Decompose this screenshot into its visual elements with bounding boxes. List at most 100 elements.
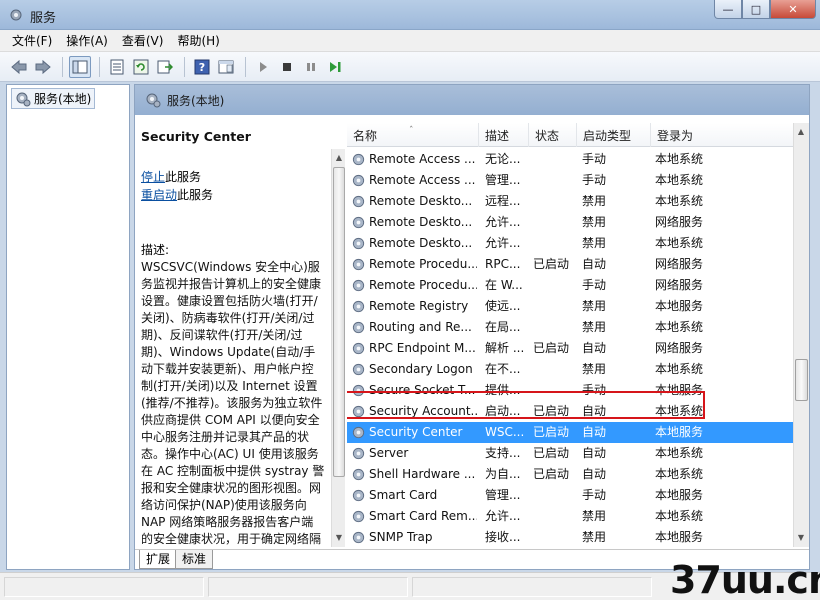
menu-help[interactable]: 帮助(H) bbox=[177, 32, 219, 49]
toolbar-separator bbox=[99, 56, 100, 77]
maximize-button[interactable]: □ bbox=[742, 0, 770, 19]
service-gear-icon bbox=[352, 426, 365, 439]
cell-name: Routing and Re... bbox=[369, 320, 472, 334]
minimize-button[interactable]: — bbox=[714, 0, 742, 19]
table-row[interactable]: SNMP Trap 接收... 禁用 本地服务 bbox=[347, 527, 795, 547]
cell-status bbox=[533, 212, 577, 233]
service-gear-icon bbox=[352, 279, 365, 292]
tab-extended[interactable]: 扩展 bbox=[139, 550, 178, 569]
cell-name: SNMP Trap bbox=[369, 530, 433, 544]
service-gear-icon bbox=[352, 405, 365, 418]
column-header-description[interactable]: 描述 bbox=[479, 123, 529, 147]
scroll-up-icon[interactable]: ▲ bbox=[795, 125, 807, 139]
cell-startup-type: 手动 bbox=[582, 173, 607, 187]
cell-startup-type: 手动 bbox=[582, 152, 607, 166]
back-button[interactable] bbox=[8, 56, 30, 78]
cell-logon-as: 本地系统 bbox=[655, 362, 704, 376]
stop-service-button[interactable] bbox=[276, 56, 298, 78]
properties-button[interactable] bbox=[106, 56, 128, 78]
table-row[interactable]: Remote Registry 使远... 禁用 本地服务 bbox=[347, 296, 795, 317]
restart-icon bbox=[330, 61, 341, 72]
menu-action[interactable]: 操作(A) bbox=[66, 32, 108, 49]
table-row[interactable]: Smart Card 管理... 手动 本地服务 bbox=[347, 485, 795, 506]
cell-status bbox=[533, 275, 577, 296]
scroll-down-icon[interactable]: ▼ bbox=[795, 531, 807, 545]
description-scrollbar[interactable]: ▲ ▼ bbox=[331, 149, 345, 547]
table-row[interactable]: Routing and Re... 在局... 禁用 本地系统 bbox=[347, 317, 795, 338]
cell-logon-as: 网络服务 bbox=[655, 257, 704, 271]
menu-file[interactable]: 文件(F) bbox=[12, 32, 52, 49]
cell-logon-as: 本地服务 bbox=[655, 299, 704, 313]
cell-name: Remote Access ... bbox=[369, 173, 476, 187]
table-scrollbar[interactable]: ▲ ▼ bbox=[793, 123, 809, 547]
refresh-button[interactable] bbox=[130, 56, 152, 78]
cell-logon-as: 网络服务 bbox=[655, 215, 704, 229]
start-service-button[interactable] bbox=[252, 56, 274, 78]
cell-startup-type: 自动 bbox=[582, 341, 607, 355]
toolbar-separator bbox=[184, 56, 185, 77]
cell-status bbox=[533, 527, 577, 547]
forward-button[interactable] bbox=[32, 56, 54, 78]
cell-name: Server bbox=[369, 446, 409, 460]
services-gear-icon bbox=[16, 92, 31, 106]
cell-status bbox=[533, 191, 577, 212]
table-row[interactable]: Shell Hardware ... 为自... 已启动 自动 本地系统 bbox=[347, 464, 795, 485]
cell-status bbox=[533, 380, 577, 401]
table-row[interactable]: Secondary Logon 在不... 禁用 本地系统 bbox=[347, 359, 795, 380]
help-button[interactable]: ? bbox=[191, 56, 213, 78]
service-gear-icon bbox=[352, 342, 365, 355]
table-row[interactable]: Secure Socket T... 提供... 手动 本地服务 bbox=[347, 380, 795, 401]
column-header-status[interactable]: 状态 bbox=[529, 123, 577, 147]
table-row[interactable]: Smart Card Rem... 允许... 禁用 本地系统 bbox=[347, 506, 795, 527]
restart-service-link[interactable]: 重启动 bbox=[141, 188, 177, 202]
svg-text:?: ? bbox=[199, 61, 205, 74]
service-gear-icon bbox=[352, 489, 365, 502]
status-segment bbox=[412, 577, 652, 597]
table-row[interactable]: Remote Access ... 管理... 手动 本地系统 bbox=[347, 170, 795, 191]
scroll-down-icon[interactable]: ▼ bbox=[333, 531, 345, 545]
column-header-name[interactable]: 名称 ˆ bbox=[347, 123, 479, 147]
menu-view[interactable]: 查看(V) bbox=[122, 32, 164, 49]
column-header-startup-type[interactable]: 启动类型 bbox=[577, 123, 651, 147]
restart-service-button[interactable] bbox=[324, 56, 346, 78]
table-row[interactable]: RPC Endpoint M... 解析 ... 已启动 自动 网络服务 bbox=[347, 338, 795, 359]
cell-logon-as: 本地系统 bbox=[655, 194, 704, 208]
export-list-button[interactable] bbox=[154, 56, 176, 78]
table-row[interactable]: Remote Deskto... 允许... 禁用 网络服务 bbox=[347, 212, 795, 233]
table-row[interactable]: Server 支持... 已启动 自动 本地系统 bbox=[347, 443, 795, 464]
table-row[interactable]: Security Account... 启动... 已启动 自动 本地系统 bbox=[347, 401, 795, 422]
cell-status: 已启动 bbox=[533, 257, 570, 271]
export-icon bbox=[157, 60, 173, 73]
column-header-logon-as[interactable]: 登录为 bbox=[651, 123, 795, 147]
table-scroll-thumb[interactable] bbox=[795, 359, 808, 401]
tab-standard[interactable]: 标准 bbox=[175, 550, 214, 569]
tree-node-services-local[interactable]: 服务(本地) bbox=[11, 88, 96, 109]
table-row[interactable]: Remote Procedu... RPC... 已启动 自动 网络服务 bbox=[347, 254, 795, 275]
table-row[interactable]: Remote Access ... 无论... 手动 本地系统 bbox=[347, 149, 795, 170]
pause-icon bbox=[307, 62, 315, 71]
console-view-button[interactable] bbox=[215, 56, 237, 78]
window-title: 服务 bbox=[30, 11, 57, 26]
cell-name: Remote Procedu... bbox=[369, 278, 477, 292]
pause-service-button[interactable] bbox=[300, 56, 322, 78]
cell-logon-as: 本地服务 bbox=[655, 425, 704, 439]
close-button[interactable]: ✕ bbox=[770, 0, 816, 19]
services-gear-icon bbox=[10, 9, 22, 21]
stop-icon bbox=[283, 62, 291, 71]
scroll-up-icon[interactable]: ▲ bbox=[333, 151, 345, 165]
description-scroll-thumb[interactable] bbox=[333, 167, 345, 477]
refresh-icon bbox=[133, 59, 149, 74]
table-row[interactable]: Remote Deskto... 远程... 禁用 本地系统 bbox=[347, 191, 795, 212]
table-row[interactable]: Remote Deskto... 允许... 禁用 本地系统 bbox=[347, 233, 795, 254]
restart-service-action: 重启动此服务 bbox=[141, 186, 325, 204]
help-icon: ? bbox=[194, 59, 210, 74]
table-row[interactable]: Security Center WSC... 已启动 自动 本地服务 bbox=[347, 422, 795, 443]
table-row[interactable]: Remote Procedu... 在 W... 手动 网络服务 bbox=[347, 275, 795, 296]
stop-service-link[interactable]: 停止 bbox=[141, 170, 165, 184]
cell-logon-as: 本地系统 bbox=[655, 446, 704, 460]
cell-logon-as: 本地系统 bbox=[655, 152, 704, 166]
cell-name: Remote Registry bbox=[369, 299, 469, 313]
show-console-tree-button[interactable] bbox=[69, 55, 91, 78]
services-panel: 服务(本地) Security Center 停止此服务 重启动此服务 描述: … bbox=[134, 84, 810, 570]
service-gear-icon bbox=[352, 195, 365, 208]
